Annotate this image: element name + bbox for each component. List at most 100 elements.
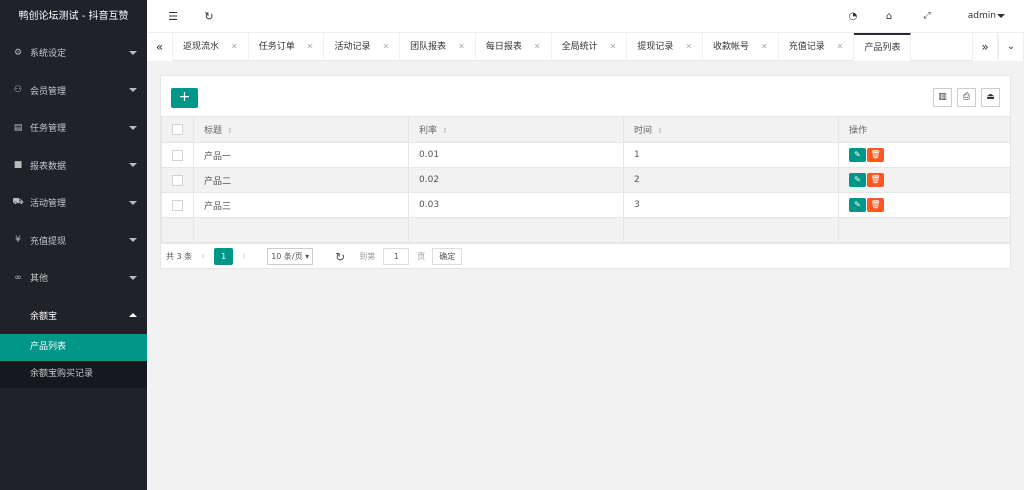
close-icon[interactable]: ✕ bbox=[307, 33, 314, 61]
sort-icon[interactable]: ⇕ bbox=[657, 127, 663, 135]
close-icon[interactable]: ✕ bbox=[610, 33, 617, 61]
menu-toggle-icon[interactable]: ☰ bbox=[163, 0, 183, 33]
chevron-down-icon bbox=[129, 88, 137, 93]
sidebar-item-label: 会员管理 bbox=[30, 86, 67, 97]
fullscreen-icon[interactable]: ⤢ bbox=[917, 0, 937, 33]
sidebar-item-tasks[interactable]: ▤ 任务管理 bbox=[0, 109, 147, 147]
print-icon[interactable]: ⎙ bbox=[957, 88, 976, 107]
user-menu[interactable]: admin bbox=[968, 0, 996, 33]
cell-title: 产品二 bbox=[193, 167, 409, 193]
chevron-down-icon bbox=[129, 50, 137, 55]
tag-icon[interactable]: ⌂ bbox=[879, 0, 899, 33]
trash-icon[interactable]: 🗑 bbox=[867, 148, 884, 162]
table-row: 产品二 0.02 2 ✎ 🗑 bbox=[161, 167, 1011, 193]
tabs-menu-icon[interactable]: ⌄ bbox=[998, 33, 1024, 61]
sidebar-item-other[interactable]: ∞ 其他 bbox=[0, 259, 147, 297]
edit-icon[interactable]: ✎ bbox=[849, 173, 866, 187]
confirm-button[interactable]: 确定 bbox=[432, 248, 463, 265]
sidebar-subitem-purchase-records[interactable]: 余额宝购买记录 bbox=[0, 361, 147, 388]
tab-label: 每日报表 bbox=[485, 42, 522, 52]
sidebar: 鸭创论坛测试 - 抖音互赞 ⚙ 系统设定 ⚇ 会员管理 ▤ 任务管理 ■ 报表数… bbox=[0, 0, 147, 490]
tab-activity-records[interactable]: 活动记录 ✕ bbox=[324, 33, 401, 61]
chevron-down-icon bbox=[129, 200, 137, 205]
edit-icon[interactable]: ✎ bbox=[849, 148, 866, 162]
goto-page-input[interactable]: 1 bbox=[383, 248, 410, 265]
trash-icon[interactable]: 🗑 bbox=[867, 198, 884, 212]
tab-product-list[interactable]: 产品列表 bbox=[854, 33, 912, 61]
tab-payee-accounts[interactable]: 收款帐号 ✕ bbox=[703, 33, 779, 61]
document-icon: ▤ bbox=[13, 122, 23, 133]
select-all-checkbox[interactable] bbox=[172, 124, 183, 135]
cell-rate: 0.03 bbox=[408, 192, 624, 218]
column-header-title[interactable]: 标题 ⇕ bbox=[193, 116, 409, 143]
sidebar-item-yuebao[interactable]: 余额宝 bbox=[0, 297, 147, 335]
cell-rate: 0.02 bbox=[408, 167, 624, 193]
sidebar-subitem-product-list[interactable]: 产品列表 bbox=[0, 334, 147, 361]
edit-icon[interactable]: ✎ bbox=[849, 198, 866, 212]
tab-recharge-records[interactable]: 充值记录 ✕ bbox=[779, 33, 855, 61]
tab-team-report[interactable]: 团队报表 ✕ bbox=[400, 33, 476, 61]
chevron-down-icon[interactable] bbox=[997, 14, 1005, 18]
sort-icon[interactable]: ⇕ bbox=[442, 127, 448, 135]
car-icon: ⛟ bbox=[12, 197, 24, 208]
column-header-actions: 操作 bbox=[838, 116, 1011, 143]
cell-time: 3 bbox=[623, 192, 839, 218]
top-header: ☰ ↻ ◔ ⌂ ⤢ admin bbox=[147, 0, 1024, 33]
close-icon[interactable]: ✕ bbox=[231, 33, 238, 61]
yen-icon: ¥ bbox=[15, 235, 21, 246]
cell-time: 1 bbox=[623, 142, 839, 168]
add-button[interactable]: + bbox=[171, 88, 198, 108]
close-icon[interactable]: ✕ bbox=[761, 33, 768, 61]
table-row: 产品一 0.01 1 ✎ 🗑 bbox=[161, 142, 1011, 168]
row-checkbox[interactable] bbox=[172, 149, 183, 161]
gear-icon: ⚙ bbox=[13, 47, 23, 58]
tab-withdraw-records[interactable]: 提现记录 ✕ bbox=[627, 33, 704, 61]
next-page-icon[interactable]: › bbox=[242, 251, 246, 262]
tab-task-orders[interactable]: 任务订单 ✕ bbox=[249, 33, 325, 61]
goto-label: 到第 bbox=[359, 252, 376, 261]
tab-label: 返现流水 bbox=[183, 42, 220, 52]
page-label: 页 bbox=[417, 252, 426, 261]
column-header-rate[interactable]: 利率 ⇕ bbox=[408, 116, 624, 143]
refresh-icon[interactable]: ↻ bbox=[335, 250, 345, 264]
column-header-time[interactable]: 时间 ⇕ bbox=[623, 116, 839, 143]
sidebar-item-label: 系统设定 bbox=[30, 49, 67, 60]
sidebar-item-label: 充值提现 bbox=[30, 236, 67, 247]
columns-icon[interactable]: ▥ bbox=[933, 88, 952, 107]
tab-cashback-flow[interactable]: 返现流水 ✕ bbox=[173, 33, 249, 61]
page-size-select[interactable]: 10 条/页 ▾ bbox=[267, 248, 314, 265]
cell-actions: ✎ 🗑 bbox=[838, 142, 1011, 168]
tab-daily-report[interactable]: 每日报表 ✕ bbox=[476, 33, 552, 61]
tab-bar: « 返现流水 ✕ 任务订单 ✕ 活动记录 ✕ 团队报表 ✕ 每日报表 ✕ 全局统计 ✕ 提现… bbox=[147, 33, 1024, 61]
select-all-cell[interactable] bbox=[161, 116, 194, 143]
row-checkbox[interactable] bbox=[172, 199, 183, 211]
close-icon[interactable]: ✕ bbox=[837, 33, 844, 61]
product-table-card: + ▥ ⎙ ⏏ 标题 ⇕ 利率 ⇕ 时间 ⇕ 操作 产品一 0.01 1 ✎ 🗑 产品二 bbox=[160, 75, 1011, 269]
tab-list: 返现流水 ✕ 任务订单 ✕ 活动记录 ✕ 团队报表 ✕ 每日报表 ✕ 全局统计 ✕ 提现记录… bbox=[173, 33, 912, 61]
tabs-next-icon[interactable]: » bbox=[972, 33, 998, 61]
sidebar-item-label: 活动管理 bbox=[30, 199, 67, 210]
tab-label: 团队报表 bbox=[410, 42, 447, 52]
tab-label: 全局统计 bbox=[561, 42, 598, 52]
trash-icon[interactable]: 🗑 bbox=[867, 173, 884, 187]
prev-page-icon[interactable]: ‹ bbox=[201, 251, 205, 262]
tab-label: 收款帐号 bbox=[713, 42, 750, 52]
sidebar-item-system-settings[interactable]: ⚙ 系统设定 bbox=[0, 34, 147, 72]
row-checkbox[interactable] bbox=[172, 174, 183, 186]
close-icon[interactable]: ✕ bbox=[685, 33, 692, 61]
theme-icon[interactable]: ◔ bbox=[843, 0, 863, 33]
sidebar-item-activities[interactable]: ⛟ 活动管理 bbox=[0, 184, 147, 222]
sidebar-item-recharge-withdraw[interactable]: ¥ 充值提现 bbox=[0, 222, 147, 260]
sort-icon[interactable]: ⇕ bbox=[227, 127, 233, 135]
close-icon[interactable]: ✕ bbox=[534, 33, 541, 61]
sidebar-item-members[interactable]: ⚇ 会员管理 bbox=[0, 72, 147, 110]
close-icon[interactable]: ✕ bbox=[382, 33, 389, 61]
close-icon[interactable]: ✕ bbox=[458, 33, 465, 61]
tab-global-stats[interactable]: 全局统计 ✕ bbox=[552, 33, 628, 61]
sidebar-item-reports[interactable]: ■ 报表数据 bbox=[0, 147, 147, 185]
export-icon[interactable]: ⏏ bbox=[981, 88, 1000, 107]
refresh-icon[interactable]: ↻ bbox=[199, 0, 219, 33]
page-number-current[interactable]: 1 bbox=[214, 248, 234, 265]
tab-label: 任务订单 bbox=[258, 42, 295, 52]
tabs-prev-icon[interactable]: « bbox=[147, 33, 173, 61]
